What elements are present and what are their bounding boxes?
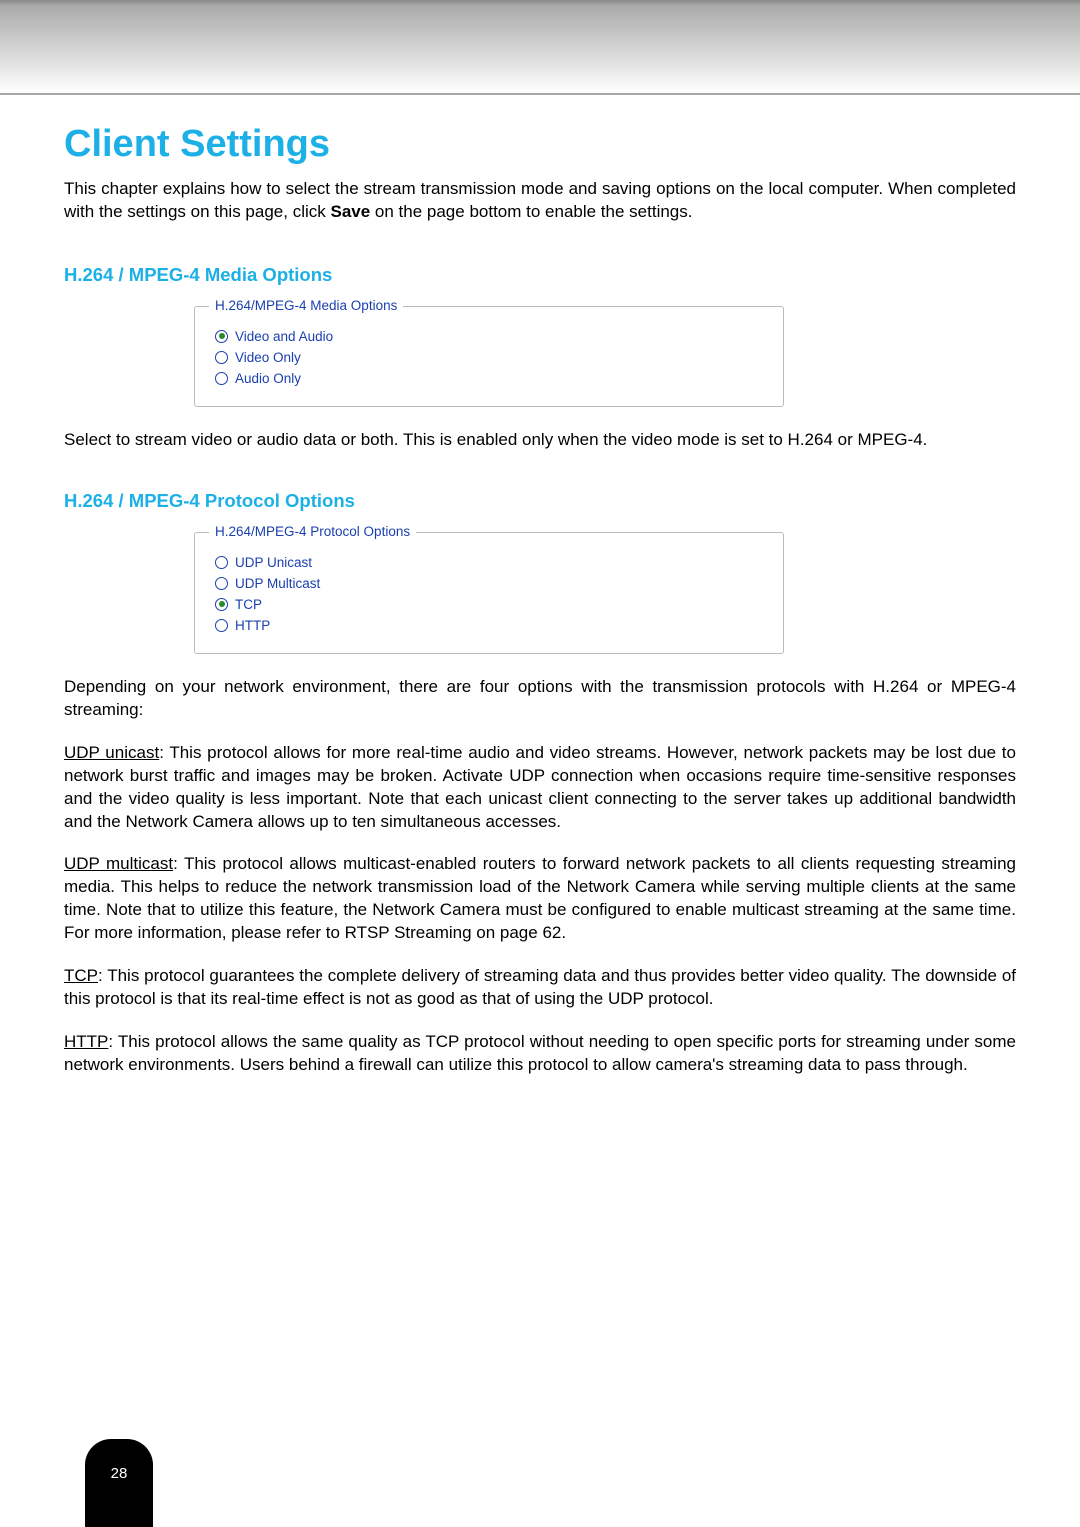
udp-unicast-label: UDP unicast: [64, 743, 159, 762]
udp-multicast-paragraph: UDP multicast: This protocol allows mult…: [64, 853, 1016, 945]
page-number: 28: [111, 1465, 128, 1482]
page-number-tab: 28: [85, 1439, 153, 1527]
protocol-options-fieldset: H.264/MPEG-4 Protocol Options UDP Unicas…: [194, 532, 784, 654]
radio-label: TCP: [235, 597, 262, 612]
media-option-video-only[interactable]: Video Only: [215, 350, 763, 365]
udp-multicast-body: : This protocol allows multicast-enabled…: [64, 854, 1016, 942]
udp-multicast-label: UDP multicast: [64, 854, 173, 873]
radio-icon: [215, 556, 228, 569]
radio-icon: [215, 330, 228, 343]
header-gradient-band: [0, 0, 1080, 95]
udp-unicast-paragraph: UDP unicast: This protocol allows for mo…: [64, 742, 1016, 834]
media-description: Select to stream video or audio data or …: [64, 429, 1016, 452]
protocol-option-tcp[interactable]: TCP: [215, 597, 763, 612]
protocol-option-udp-multicast[interactable]: UDP Multicast: [215, 576, 763, 591]
page-content: Client Settings This chapter explains ho…: [0, 123, 1080, 1077]
radio-label: UDP Multicast: [235, 576, 320, 591]
tcp-label: TCP: [64, 966, 98, 985]
intro-paragraph: This chapter explains how to select the …: [64, 178, 1016, 224]
media-option-audio-only[interactable]: Audio Only: [215, 371, 763, 386]
radio-label: UDP Unicast: [235, 555, 312, 570]
protocol-options-legend: H.264/MPEG-4 Protocol Options: [209, 524, 416, 539]
radio-label: Video and Audio: [235, 329, 333, 344]
protocol-description: Depending on your network environment, t…: [64, 676, 1016, 722]
http-paragraph: HTTP: This protocol allows the same qual…: [64, 1031, 1016, 1077]
page-title: Client Settings: [64, 123, 1016, 166]
protocol-section-title: H.264 / MPEG-4 Protocol Options: [64, 490, 1016, 512]
http-label: HTTP: [64, 1032, 108, 1051]
media-option-video-audio[interactable]: Video and Audio: [215, 329, 763, 344]
media-section-title: H.264 / MPEG-4 Media Options: [64, 264, 1016, 286]
radio-label: HTTP: [235, 618, 270, 633]
protocol-option-udp-unicast[interactable]: UDP Unicast: [215, 555, 763, 570]
radio-icon: [215, 598, 228, 611]
radio-label: Video Only: [235, 350, 301, 365]
intro-bold-save: Save: [330, 202, 370, 221]
udp-unicast-body: : This protocol allows for more real-tim…: [64, 743, 1016, 831]
tcp-body: : This protocol guarantees the complete …: [64, 966, 1016, 1008]
radio-icon: [215, 372, 228, 385]
media-options-fieldset: H.264/MPEG-4 Media Options Video and Aud…: [194, 306, 784, 407]
radio-label: Audio Only: [235, 371, 301, 386]
tcp-paragraph: TCP: This protocol guarantees the comple…: [64, 965, 1016, 1011]
http-body: : This protocol allows the same quality …: [64, 1032, 1016, 1074]
media-options-legend: H.264/MPEG-4 Media Options: [209, 298, 403, 313]
radio-icon: [215, 351, 228, 364]
protocol-option-http[interactable]: HTTP: [215, 618, 763, 633]
radio-icon: [215, 619, 228, 632]
radio-icon: [215, 577, 228, 590]
intro-text-2: on the page bottom to enable the setting…: [370, 202, 692, 221]
